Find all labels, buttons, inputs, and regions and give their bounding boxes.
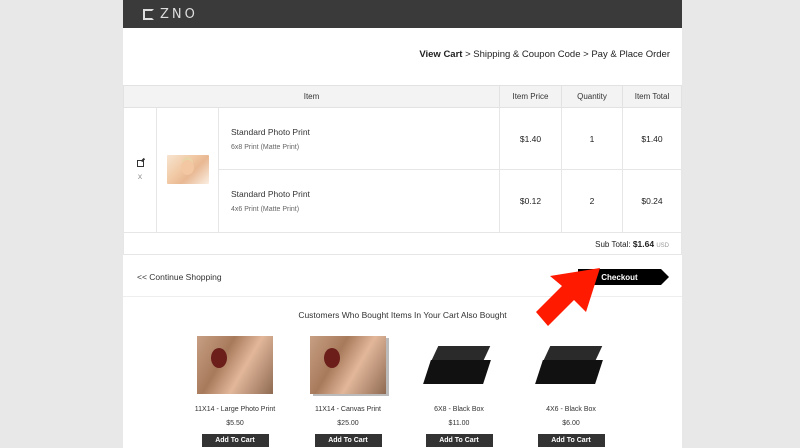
box-lid: [543, 346, 603, 360]
recommendation-price: $25.00: [337, 420, 359, 427]
row-actions: x: [123, 107, 157, 233]
recommendation-item: 6X8 - Black Box $11.00 Add To Cart: [414, 336, 504, 447]
header-quantity: Quantity: [561, 85, 623, 108]
currency-label: USD: [656, 242, 669, 249]
breadcrumb-view-cart: View Cart: [419, 49, 463, 60]
recommendation-item: 11X14 - Canvas Print $25.00 Add To Cart: [303, 336, 393, 447]
red-arrow-shape: [536, 268, 600, 326]
recommendation-item: 11X14 - Large Photo Print $5.50 Add To C…: [190, 336, 280, 447]
large-photo-print-image[interactable]: [197, 336, 273, 394]
add-to-cart-button[interactable]: Add To Cart: [537, 434, 605, 447]
black-box-image[interactable]: [533, 336, 609, 394]
item-total: $1.40: [622, 107, 682, 170]
logo-text: ZNO: [160, 7, 198, 22]
recommendation-name: 6X8 - Black Box: [434, 406, 484, 413]
add-to-cart-button[interactable]: Add To Cart: [201, 434, 269, 447]
recommendation-price: $6.00: [562, 420, 580, 427]
recommendation-item: 4X6 - Black Box $6.00 Add To Cart: [526, 336, 616, 447]
subtotal-row: Sub Total: $1.64 USD: [123, 232, 682, 255]
breadcrumb-pay: Pay & Place Order: [591, 49, 670, 60]
recommendation-name: 4X6 - Black Box: [546, 406, 596, 413]
item-name: Standard Photo Print: [231, 126, 310, 137]
subtotal-label: Sub Total:: [595, 239, 631, 249]
item-description: Standard Photo Print 4x6 Print (Matte Pr…: [218, 169, 500, 233]
box-base: [423, 360, 491, 384]
recommendation-name: 11X14 - Canvas Print: [314, 406, 381, 413]
item-thumbnail[interactable]: [166, 154, 209, 184]
edit-icon[interactable]: [136, 159, 144, 167]
add-to-cart-button[interactable]: Add To Cart: [425, 434, 493, 447]
item-thumbnail-cell: [156, 107, 219, 233]
recommendation-name: 11X14 - Large Photo Print: [194, 406, 276, 413]
breadcrumb: View Cart > Shipping & Coupon Code > Pay…: [419, 49, 670, 60]
breadcrumb-separator: >: [580, 49, 592, 60]
logo-icon: [143, 9, 154, 20]
box-lid: [431, 346, 491, 360]
item-quantity[interactable]: 1: [561, 107, 623, 170]
header-item: Item: [123, 85, 500, 108]
recommendation-price: $5.50: [226, 420, 244, 427]
header-item-total: Item Total: [622, 85, 682, 108]
item-description: Standard Photo Print 6x8 Print (Matte Pr…: [218, 107, 500, 170]
table-header-row: Item Item Price Quantity Item Total: [123, 85, 682, 108]
breadcrumb-shipping: Shipping & Coupon Code: [473, 49, 581, 60]
continue-shopping-link[interactable]: << Continue Shopping: [137, 272, 222, 282]
cart-table: Item Item Price Quantity Item Total x St…: [123, 85, 682, 255]
logo[interactable]: ZNO: [143, 7, 198, 22]
item-price: $1.40: [499, 107, 562, 170]
item-quantity[interactable]: 2: [561, 169, 623, 233]
table-row: x Standard Photo Print 6x8 Print (Matte …: [123, 107, 682, 233]
item-price: $0.12: [499, 169, 562, 233]
remove-icon[interactable]: x: [124, 172, 156, 181]
item-detail: 6x8 Print (Matte Print): [231, 143, 300, 151]
recommendation-price: $11.00: [448, 420, 470, 427]
item-detail: 4x6 Print (Matte Print): [231, 206, 300, 213]
subtotal: Sub Total: $1.64 USD: [123, 232, 682, 255]
item-total: $0.24: [622, 169, 682, 233]
subtotal-value: $1.64: [632, 238, 655, 249]
canvas-print-image[interactable]: [310, 336, 386, 394]
breadcrumb-separator: >: [462, 49, 474, 60]
black-box-image[interactable]: [421, 336, 497, 394]
add-to-cart-button[interactable]: Add To Cart: [314, 434, 382, 447]
red-arrow-icon: [536, 268, 600, 326]
cart-page: ZNO View Cart > Shipping & Coupon Code >…: [123, 0, 682, 448]
item-name: Standard Photo Print: [231, 189, 310, 199]
top-bar: ZNO: [123, 0, 682, 28]
header-item-price: Item Price: [499, 85, 562, 108]
box-base: [535, 360, 603, 384]
